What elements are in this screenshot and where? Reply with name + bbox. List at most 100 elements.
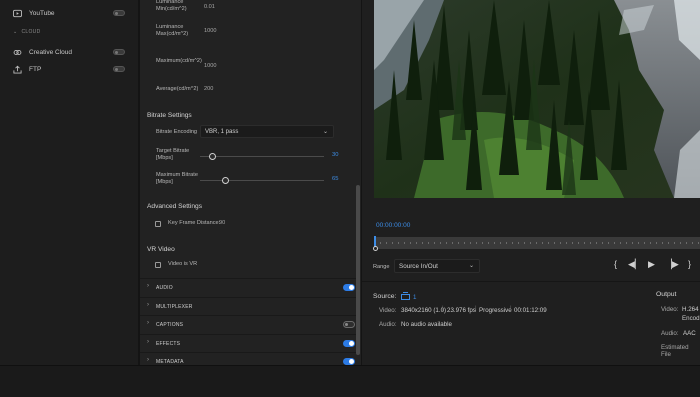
accordion-label: MULTIPLEXER — [156, 303, 193, 310]
maximum-bitrate-slider-handle[interactable] — [221, 177, 229, 184]
destination-ftp-label: FTP — [29, 65, 42, 73]
chevron-down-icon: ⌄ — [322, 129, 328, 135]
estimated-file-size-label: Estimated File — [661, 344, 689, 358]
preview-panel: 00:00:00:00 Range Source In/Out ⌄ { ◀▏ ▶… — [362, 0, 700, 365]
target-bitrate-slider-handle[interactable] — [209, 153, 217, 160]
creative-cloud-icon — [13, 49, 22, 55]
audio-toggle[interactable] — [343, 284, 355, 291]
youtube-toggle[interactable] — [113, 10, 125, 16]
source-heading: Source: — [373, 293, 397, 300]
chevron-right-icon[interactable]: › — [147, 283, 149, 289]
upload-icon — [13, 65, 22, 74]
chevron-right-icon[interactable]: › — [147, 339, 149, 345]
forest-waterfall-image — [374, 0, 700, 198]
cloud-section-header[interactable]: ⌄ CLOUD — [13, 29, 41, 35]
separator: | — [475, 306, 477, 312]
video-preview — [374, 0, 700, 198]
source-count: 1 — [413, 294, 417, 301]
maximum-label: Maximum(cd/m^2) — [156, 58, 202, 64]
export-settings-panel: Luminance Min(cd/m^2) 0.01 Luminance Max… — [140, 0, 361, 365]
luminance-min-value[interactable]: 0.01 — [204, 4, 215, 10]
chevron-right-icon[interactable]: › — [147, 357, 149, 363]
accordion-label: EFFECTS — [156, 340, 181, 347]
accordion-label: CAPTIONS — [156, 322, 184, 328]
step-forward-icon[interactable]: ▕▶ — [665, 259, 679, 270]
playhead-handle[interactable] — [373, 246, 378, 251]
chevron-right-icon[interactable]: › — [147, 302, 149, 308]
chevron-right-icon[interactable]: › — [147, 320, 149, 326]
accordion-label: AUDIO — [156, 285, 173, 291]
timeline-scrubber[interactable] — [374, 237, 700, 249]
source-resolution: 3840x2160 (1.0) — [401, 307, 447, 314]
source-duration: 00:01:12:09 — [514, 307, 547, 314]
step-back-icon[interactable]: ◀▏ — [628, 259, 642, 270]
source-audio-value: No audio available — [401, 321, 452, 328]
accordion-metadata[interactable]: › METADATA — [140, 352, 356, 365]
source-scan: Progressive — [479, 307, 512, 314]
destinations-panel: YouTube ⌄ CLOUD Creative Cloud FTP — [0, 0, 138, 365]
advanced-settings-heading: Advanced Settings — [147, 203, 202, 210]
source-video-key: Video: — [379, 307, 397, 314]
output-video-encoding: Encod — [682, 315, 700, 322]
set-in-point-icon[interactable]: { — [614, 259, 617, 269]
luminance-max-value[interactable]: 1000 — [204, 28, 216, 34]
average-value[interactable]: 200 — [204, 86, 213, 92]
creative-cloud-toggle[interactable] — [113, 49, 125, 55]
keyframe-distance-value[interactable]: 90 — [219, 220, 225, 226]
video-is-vr-checkbox[interactable] — [155, 262, 161, 268]
accordion-multiplexer[interactable]: › MULTIPLEXER — [140, 296, 356, 315]
keyframe-distance-label: Key Frame Distance: — [168, 220, 221, 226]
accordion-captions[interactable]: › CAPTIONS — [140, 315, 356, 333]
source-audio-key: Audio: — [379, 321, 397, 328]
sequence-icon — [401, 292, 410, 300]
maximum-value[interactable]: 1000 — [204, 63, 216, 69]
current-timecode[interactable]: 00:00:00:00 — [376, 222, 410, 229]
destination-ftp[interactable]: FTP — [0, 61, 138, 77]
output-audio-key: Audio: — [661, 330, 679, 337]
video-is-vr-label: Video is VR — [168, 261, 198, 267]
chevron-down-icon: ⌄ — [13, 29, 18, 35]
output-video-value: H.264 — [682, 306, 699, 313]
range-value: Source In/Out — [399, 263, 438, 270]
range-dropdown[interactable]: Source In/Out ⌄ — [394, 259, 480, 273]
metadata-toggle[interactable] — [343, 358, 355, 365]
destination-creative-cloud-label: Creative Cloud — [29, 48, 72, 56]
timeline-ticks — [374, 242, 700, 244]
luminance-max-label: Luminance Max(cd/m^2) — [156, 24, 189, 37]
bitrate-encoding-dropdown[interactable]: VBR, 1 pass ⌄ — [200, 125, 334, 138]
cloud-section-label: CLOUD — [21, 29, 41, 35]
range-label: Range — [373, 264, 390, 270]
output-heading: Output — [656, 291, 677, 298]
vr-video-heading: VR Video — [147, 246, 175, 253]
maximum-bitrate-slider[interactable] — [200, 180, 324, 181]
output-video-key: Video: — [661, 306, 679, 313]
captions-toggle[interactable] — [343, 321, 355, 328]
bitrate-encoding-value: VBR, 1 pass — [205, 129, 239, 135]
luminance-min-label: Luminance Min(cd/m^2) — [156, 0, 187, 12]
destination-youtube[interactable]: YouTube — [0, 5, 138, 21]
chevron-down-icon: ⌄ — [468, 263, 474, 269]
source-fps: 23.976 fps — [447, 307, 476, 314]
settings-scrollbar[interactable] — [356, 185, 360, 355]
destination-youtube-label: YouTube — [29, 9, 55, 17]
destination-creative-cloud[interactable]: Creative Cloud — [0, 44, 138, 60]
separator: | — [510, 306, 512, 312]
target-bitrate-label: Target Bitrate [Mbps] — [156, 148, 190, 161]
target-bitrate-slider[interactable] — [200, 156, 324, 157]
accordion-audio[interactable]: › AUDIO — [140, 278, 356, 296]
set-out-point-icon[interactable]: } — [688, 259, 691, 269]
bitrate-settings-heading: Bitrate Settings — [147, 112, 192, 119]
play-icon[interactable]: ▶ — [648, 259, 655, 270]
output-audio-value: AAC — [683, 330, 696, 337]
bitrate-encoding-label: Bitrate Encoding — [156, 129, 198, 135]
ftp-toggle[interactable] — [113, 66, 125, 72]
target-bitrate-value[interactable]: 30 — [332, 152, 338, 158]
effects-toggle[interactable] — [343, 339, 355, 347]
bottom-bar — [0, 365, 700, 397]
maximum-bitrate-value[interactable]: 65 — [332, 176, 338, 182]
maximum-bitrate-label: Maximum Bitrate [Mbps] — [156, 172, 198, 185]
separator: | — [442, 306, 444, 312]
info-separator — [362, 281, 700, 282]
accordion-effects[interactable]: › EFFECTS — [140, 333, 356, 352]
keyframe-distance-checkbox[interactable] — [155, 221, 161, 227]
